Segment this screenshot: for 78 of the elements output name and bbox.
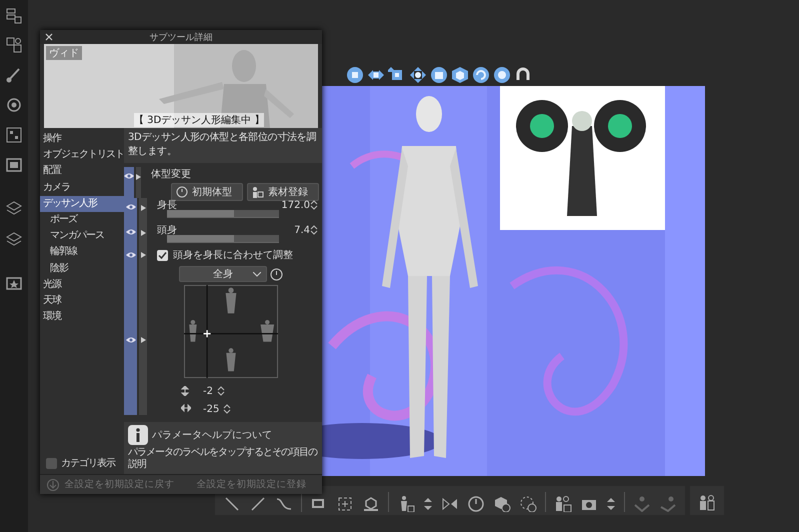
- triangle-icon[interactable]: [140, 230, 146, 236]
- triangle-icon[interactable]: [136, 174, 141, 180]
- eye-icon[interactable]: [124, 173, 134, 179]
- slider-value: 7.4: [294, 224, 310, 236]
- description-text: 3Dデッサン人形の体型と各部位の寸法を調整します。: [124, 128, 322, 163]
- category-item[interactable]: ポーズ: [40, 212, 124, 228]
- vertical-arrow-icon: [181, 386, 191, 396]
- caret-icon: [253, 272, 261, 277]
- slider-label: 身長: [157, 199, 177, 212]
- slider-value: 172.0: [281, 200, 310, 210]
- grid-icon[interactable]: [5, 126, 23, 144]
- spinner-icon[interactable]: [223, 403, 232, 415]
- help-text: パラメータのラベルをタップするとその項目の説明: [128, 447, 318, 471]
- section-label: 体型変更: [151, 168, 192, 181]
- preview-badge: ヴィド: [46, 46, 82, 60]
- timer-icon[interactable]: [467, 496, 485, 512]
- category-item[interactable]: 陰影: [40, 260, 124, 277]
- category-item[interactable]: 環境: [40, 309, 124, 326]
- dotted-rotate-icon[interactable]: [519, 496, 537, 512]
- curve-icon[interactable]: [275, 496, 293, 512]
- move-arrows-icon[interactable]: [409, 66, 427, 84]
- slider-label: 頭身: [157, 224, 177, 237]
- flip-icon[interactable]: [441, 496, 459, 512]
- people-icon[interactable]: [698, 494, 716, 512]
- layers-icon[interactable]: [5, 230, 23, 248]
- line-icon[interactable]: [223, 496, 241, 512]
- spinner-icon[interactable]: [216, 385, 225, 397]
- category-item[interactable]: カメラ: [40, 180, 124, 196]
- value-text: -2: [203, 386, 213, 396]
- people-icon: [252, 186, 264, 198]
- line-icon[interactable]: [249, 496, 267, 512]
- cube-icon[interactable]: [451, 66, 469, 84]
- info-icon: [128, 425, 148, 445]
- spinner-icon[interactable]: [310, 224, 318, 236]
- close-icon[interactable]: [45, 33, 53, 41]
- clock-icon: [176, 186, 188, 198]
- checkbox[interactable]: [157, 250, 168, 260]
- triangle-icon[interactable]: [140, 252, 146, 258]
- register-button[interactable]: 素材登録: [247, 183, 319, 201]
- checkbox-label: 頭身を身長に合わせて調整: [173, 248, 293, 262]
- people-plus-icon[interactable]: [554, 496, 572, 512]
- preview-caption: 【 3Dデッサン人形編集中 】: [134, 113, 264, 127]
- slider[interactable]: [167, 235, 279, 243]
- crosshair-icon[interactable]: [336, 496, 354, 512]
- category-item[interactable]: 操作: [40, 131, 124, 148]
- horizontal-arrow-icon: [181, 404, 191, 414]
- up-down-icon[interactable]: [423, 496, 433, 512]
- eye-icon[interactable]: [126, 204, 136, 210]
- spinner-icon[interactable]: [310, 199, 318, 211]
- category-item[interactable]: 光源: [40, 276, 124, 293]
- triangle-icon[interactable]: [140, 337, 146, 343]
- rotate-icon[interactable]: [472, 66, 490, 84]
- triangle-icon[interactable]: [140, 205, 146, 211]
- help-title: パラメータヘルプについて: [152, 428, 272, 442]
- checkbox[interactable]: [46, 458, 57, 468]
- value-text: -25: [203, 404, 220, 414]
- film-icon[interactable]: [5, 156, 23, 174]
- panel-title: サブツール詳細: [150, 32, 212, 44]
- slider[interactable]: [167, 210, 279, 218]
- eye-icon[interactable]: [126, 337, 136, 343]
- checkbox-label: カテゴリ表示: [61, 456, 115, 470]
- reset-icon[interactable]: [270, 268, 283, 280]
- reset-shape-button[interactable]: 初期体型: [171, 183, 243, 201]
- category-item[interactable]: オブジェクトリスト: [40, 147, 124, 164]
- download-icon: [46, 478, 58, 490]
- cubes-icon[interactable]: [5, 36, 23, 54]
- eye-icon[interactable]: [126, 229, 136, 235]
- category-item[interactable]: 輪郭線: [40, 244, 124, 260]
- category-item[interactable]: 天球: [40, 292, 124, 310]
- category-item[interactable]: 配置: [40, 163, 124, 180]
- category-item[interactable]: デッサン人形: [40, 196, 124, 212]
- circle-icon[interactable]: [5, 96, 23, 114]
- dropdown[interactable]: 全身: [179, 266, 267, 282]
- eye-icon[interactable]: [126, 252, 136, 258]
- category-item[interactable]: マンガパース: [40, 228, 124, 244]
- layers-list-icon[interactable]: [5, 6, 23, 24]
- up-down-icon[interactable]: [606, 496, 616, 512]
- cube-base-icon[interactable]: [362, 496, 380, 512]
